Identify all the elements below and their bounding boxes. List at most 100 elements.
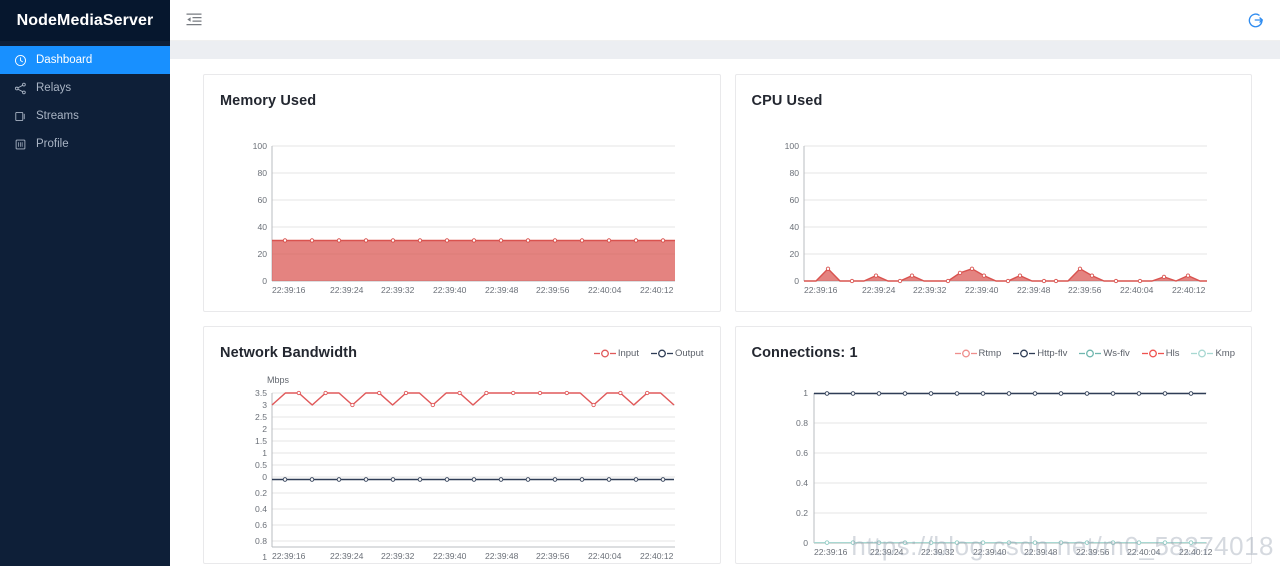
svg-text:22:39:56: 22:39:56 xyxy=(1076,547,1110,557)
svg-text:22:40:04: 22:40:04 xyxy=(588,551,622,561)
svg-text:100: 100 xyxy=(784,141,799,151)
chart-row-bottom: Network Bandwidth Input Output Mbps 3.5 … xyxy=(203,326,1252,564)
svg-text:20: 20 xyxy=(257,249,267,259)
svg-text:0.2: 0.2 xyxy=(796,508,808,518)
dashboard-content: Memory Used 100 80 60 40 20 0 22:39:16 2… xyxy=(170,59,1280,566)
y-tick-labels: 100 80 60 40 20 0 xyxy=(784,141,799,286)
breadcrumb-bar xyxy=(170,41,1280,59)
page-title: Memory Used xyxy=(220,93,317,109)
x-tick-labels: 22:39:16 22:39:24 22:39:32 22:39:40 22:3… xyxy=(804,285,1206,295)
chart-memory-used[interactable]: 100 80 60 40 20 0 22:39:16 22:39:24 22:3… xyxy=(220,117,704,297)
share-icon xyxy=(13,81,27,95)
chart-cpu-used[interactable]: 100 80 60 40 20 0 22:39:16 22:39:24 22:3… xyxy=(752,117,1236,297)
svg-text:22:39:32: 22:39:32 xyxy=(381,285,415,295)
x-tick-labels: 22:39:16 22:39:24 22:39:32 22:39:40 22:3… xyxy=(272,285,674,295)
svg-text:0.6: 0.6 xyxy=(255,520,267,530)
legend-item-kmp[interactable]: Kmp xyxy=(1191,348,1235,359)
legend-label: Input xyxy=(617,347,639,359)
main-region: Memory Used 100 80 60 40 20 0 22:39:16 2… xyxy=(170,0,1280,566)
svg-text:22:39:32: 22:39:32 xyxy=(921,547,955,557)
series-http-flv xyxy=(813,391,1206,396)
svg-text:22:39:40: 22:39:40 xyxy=(433,285,467,295)
sidebar-item-label: Streams xyxy=(36,110,79,122)
memory-used-plot: 100 80 60 40 20 0 22:39:16 22:39:24 22:3… xyxy=(253,141,675,295)
legend-item-output[interactable]: Output xyxy=(650,347,704,359)
svg-text:22:40:04: 22:40:04 xyxy=(1127,547,1161,557)
menu-fold-icon[interactable] xyxy=(186,12,202,28)
legend-marker-icon xyxy=(1079,349,1102,357)
svg-text:22:39:48: 22:39:48 xyxy=(485,285,519,295)
svg-text:22:39:24: 22:39:24 xyxy=(862,285,896,295)
cpu-used-plot: 100 80 60 40 20 0 22:39:16 22:39:24 22:3… xyxy=(784,141,1207,295)
legend-item-input[interactable]: Input xyxy=(593,347,639,359)
svg-text:22:40:12: 22:40:12 xyxy=(640,285,674,295)
page-title: Connections: 1 xyxy=(751,345,858,361)
svg-text:22:39:32: 22:39:32 xyxy=(381,551,415,561)
svg-text:22:39:48: 22:39:48 xyxy=(1017,285,1051,295)
svg-text:22:40:04: 22:40:04 xyxy=(588,285,622,295)
sidebar-nav: Dashboard Relays Streams Profile xyxy=(0,41,170,158)
legend-marker-icon xyxy=(1141,349,1164,357)
svg-text:80: 80 xyxy=(257,168,267,178)
sidebar-item-dashboard[interactable]: Dashboard xyxy=(0,46,170,74)
legend-label: Output xyxy=(674,347,704,359)
series-output xyxy=(272,477,674,482)
network-bandwidth-plot: Mbps 3.5 3 2.5 2 1.5 1 0.5 0 0.2 0.4 0.6… xyxy=(255,375,675,562)
svg-text:0.6: 0.6 xyxy=(796,448,808,458)
svg-text:1.5: 1.5 xyxy=(255,436,267,446)
svg-text:0.2: 0.2 xyxy=(255,488,267,498)
series-cpu-used xyxy=(803,266,1207,284)
svg-text:22:40:12: 22:40:12 xyxy=(1172,285,1206,295)
svg-text:1: 1 xyxy=(803,388,808,398)
app-root: NodeMediaServer Dashboard Relays Streams… xyxy=(0,0,1280,566)
svg-text:22:39:24: 22:39:24 xyxy=(870,547,904,557)
page-title: CPU Used xyxy=(751,93,823,109)
svg-text:22:39:40: 22:39:40 xyxy=(965,285,999,295)
chart-connections[interactable]: 1 0.8 0.6 0.4 0.2 0 22:39:16 22:39:24 22… xyxy=(752,369,1236,565)
svg-text:3: 3 xyxy=(262,400,267,410)
gridlines xyxy=(272,145,675,255)
svg-text:22:39:16: 22:39:16 xyxy=(272,551,306,561)
svg-text:0.8: 0.8 xyxy=(796,418,808,428)
svg-text:22:39:32: 22:39:32 xyxy=(913,285,947,295)
sidebar: NodeMediaServer Dashboard Relays Streams… xyxy=(0,0,170,566)
x-tick-labels: 22:39:16 22:39:24 22:39:32 22:39:40 22:3… xyxy=(814,547,1213,557)
legend-label: Http-flv xyxy=(1037,347,1068,359)
legend-item-ws-flv[interactable]: Ws-flv xyxy=(1079,348,1130,359)
chart-network-bandwidth[interactable]: Mbps 3.5 3 2.5 2 1.5 1 0.5 0 0.2 0.4 0.6… xyxy=(220,369,704,565)
svg-text:0: 0 xyxy=(262,472,267,482)
legend-item-hls[interactable]: Hls xyxy=(1141,348,1179,359)
svg-text:60: 60 xyxy=(257,195,267,205)
logout-icon[interactable] xyxy=(1247,11,1265,29)
svg-text:0: 0 xyxy=(794,276,799,286)
legend-item-rtmp[interactable]: Rtmp xyxy=(954,347,1002,359)
sidebar-item-streams[interactable]: Streams xyxy=(0,102,170,130)
card-header: Network Bandwidth Input Output xyxy=(220,343,704,363)
svg-text:22:39:48: 22:39:48 xyxy=(1024,547,1058,557)
svg-text:3.5: 3.5 xyxy=(255,388,267,398)
legend-marker-icon xyxy=(1013,349,1036,357)
sidebar-item-profile[interactable]: Profile xyxy=(0,130,170,158)
page-title: Network Bandwidth xyxy=(220,345,358,361)
svg-text:22:39:24: 22:39:24 xyxy=(330,285,364,295)
svg-text:0: 0 xyxy=(803,538,808,548)
card-cpu-used: CPU Used 100 80 60 40 20 0 22:39:16 22:3… xyxy=(734,74,1252,312)
svg-text:1: 1 xyxy=(262,552,267,562)
legend-marker-icon xyxy=(650,349,673,357)
y-tick-labels: 100 80 60 40 20 0 xyxy=(253,141,268,286)
svg-text:22:39:16: 22:39:16 xyxy=(272,285,306,295)
svg-text:20: 20 xyxy=(789,249,799,259)
card-connections: Connections: 1 Rtmp Http-flv Ws-flv Hls … xyxy=(734,326,1252,565)
svg-text:2.5: 2.5 xyxy=(255,412,267,422)
gridlines xyxy=(813,392,1207,514)
series-zero-lines xyxy=(813,540,1206,545)
svg-text:22:39:16: 22:39:16 xyxy=(814,547,848,557)
legend-label: Kmp xyxy=(1215,347,1235,359)
legend-marker-icon xyxy=(1191,349,1214,357)
legend-item-http-flv[interactable]: Http-flv xyxy=(1013,348,1067,359)
svg-text:22:39:56: 22:39:56 xyxy=(1068,285,1102,295)
sidebar-item-relays[interactable]: Relays xyxy=(0,74,170,102)
id-card-icon xyxy=(13,137,27,151)
svg-text:2: 2 xyxy=(262,424,267,434)
legend-label: Rtmp xyxy=(978,347,1002,359)
